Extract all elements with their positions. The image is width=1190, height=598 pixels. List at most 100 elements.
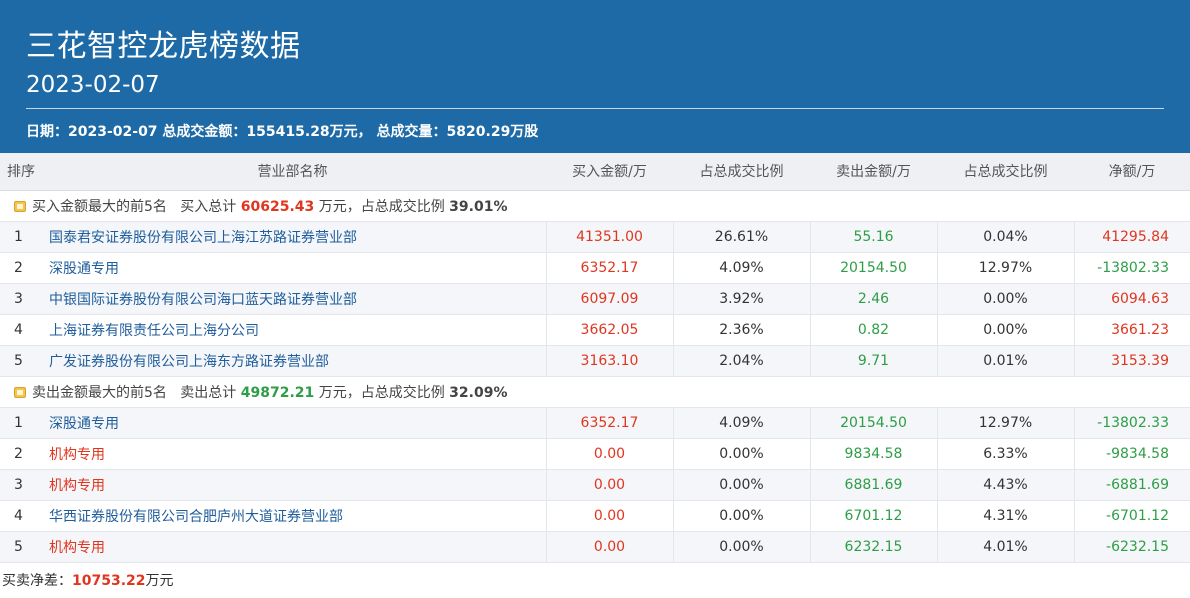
- sell-ratio-cell: 4.43%: [937, 469, 1075, 501]
- lhb-table: 排序 营业部名称 买入金额/万 占总成交比例 卖出金额/万 占总成交比例 净额/…: [0, 153, 1190, 563]
- net-difference-value: 10753.22: [72, 572, 146, 589]
- branch-link[interactable]: 广发证券股份有限公司上海东方路证券营业部: [49, 354, 329, 370]
- buy-amount-cell: 3163.10: [546, 345, 674, 377]
- buy-amount-cell: 6097.09: [546, 283, 674, 315]
- net-amount-cell: -6232.15: [1074, 531, 1190, 563]
- sell-amount-cell: 9834.58: [810, 438, 938, 470]
- buy-amount-cell: 0.00: [546, 500, 674, 532]
- net-amount-cell: -9834.58: [1074, 438, 1190, 470]
- col-header-sell: 卖出金额/万: [810, 153, 937, 191]
- group-total-label: 卖出总计: [180, 384, 237, 401]
- sell-amount-cell: 6232.15: [810, 531, 938, 563]
- group-summary: 买入金额最大的前5名 买入总计 60625.43 万元，占总成交比例 39.01…: [0, 190, 1190, 222]
- table-row: 3 中银国际证券股份有限公司海口蓝天路证券营业部 6097.09 3.92% 2.46 0…: [0, 283, 1190, 315]
- col-header-branch: 营业部名称: [39, 153, 546, 191]
- buy-ratio-cell: 0.00%: [673, 469, 811, 501]
- branch-link[interactable]: 机构专用: [49, 478, 105, 494]
- sell-amount-cell: 6701.12: [810, 500, 938, 532]
- net-amount-cell: 3153.39: [1074, 345, 1190, 377]
- net-amount-cell: -13802.33: [1074, 407, 1190, 439]
- branch-link[interactable]: 国泰君安证券股份有限公司上海江苏路证券营业部: [49, 230, 357, 246]
- sell-ratio-cell: 0.04%: [937, 221, 1075, 253]
- buy-amount-cell: 0.00: [546, 438, 674, 470]
- branch-link[interactable]: 中银国际证券股份有限公司海口蓝天路证券营业部: [49, 292, 357, 308]
- buy-amount-cell: 6352.17: [546, 252, 674, 284]
- sell-ratio-cell: 4.31%: [937, 500, 1075, 532]
- group-total-value: 60625.43: [240, 198, 315, 215]
- table-row: 5 机构专用 0.00 0.00% 6232.15 4.01% -6232.15: [0, 531, 1190, 563]
- col-header-buy-ratio: 占总成交比例: [673, 153, 810, 191]
- branch-cell: 上海证券有限责任公司上海分公司: [39, 314, 547, 346]
- buy-amount-cell: 0.00: [546, 531, 674, 563]
- col-header-rank: 排序: [0, 153, 39, 191]
- net-amount-cell: -6881.69: [1074, 469, 1190, 501]
- sell-amount-cell: 55.16: [810, 221, 938, 253]
- buy-ratio-cell: 0.00%: [673, 438, 811, 470]
- header-divider: [26, 108, 1164, 109]
- branch-link[interactable]: 机构专用: [49, 447, 105, 463]
- rank-cell: 5: [0, 345, 39, 377]
- page-date: 2023-02-07: [26, 72, 160, 98]
- sell-ratio-cell: 0.01%: [937, 345, 1075, 377]
- table-row: 2 深股通专用 6352.17 4.09% 20154.50 12.97% -13802.3…: [0, 252, 1190, 284]
- group-unit-text: 万元，占总成交比例: [318, 198, 445, 215]
- rank-cell: 1: [0, 407, 39, 439]
- sell-amount-cell: 20154.50: [810, 252, 938, 284]
- buy-amount-cell: 6352.17: [546, 407, 674, 439]
- branch-cell: 机构专用: [39, 469, 547, 501]
- sell-amount-cell: 9.71: [810, 345, 938, 377]
- rank-cell: 3: [0, 283, 39, 315]
- page-header: 三花智控龙虎榜数据 2023-02-07 日期：2023-02-07 总成交金额…: [0, 0, 1190, 153]
- sell-ratio-cell: 12.97%: [937, 252, 1075, 284]
- buy-ratio-cell: 3.92%: [673, 283, 811, 315]
- net-difference-unit: 万元: [145, 572, 174, 589]
- page-title: 三花智控龙虎榜数据: [26, 29, 301, 64]
- buy-ratio-cell: 4.09%: [673, 407, 811, 439]
- group-ratio: 32.09%: [449, 384, 508, 401]
- net-amount-cell: -6701.12: [1074, 500, 1190, 532]
- table-row: 3 机构专用 0.00 0.00% 6881.69 4.43% -6881.69: [0, 469, 1190, 501]
- group-label: 卖出金额最大的前5名: [32, 384, 167, 401]
- table-row: 5 广发证券股份有限公司上海东方路证券营业部 3163.10 2.04% 9.71 0.0…: [0, 345, 1190, 377]
- branch-cell: 深股通专用: [39, 252, 547, 284]
- net-amount-cell: 6094.63: [1074, 283, 1190, 315]
- net-amount-cell: -13802.33: [1074, 252, 1190, 284]
- buy-ratio-cell: 2.36%: [673, 314, 811, 346]
- group-total-label: 买入总计: [180, 198, 237, 215]
- group-label: 买入金额最大的前5名: [32, 198, 167, 215]
- group-ratio: 39.01%: [449, 198, 508, 215]
- rank-cell: 2: [0, 252, 39, 284]
- sell-ratio-cell: 0.00%: [937, 283, 1075, 315]
- branch-link[interactable]: 上海证券有限责任公司上海分公司: [49, 323, 259, 339]
- branch-cell: 深股通专用: [39, 407, 547, 439]
- branch-link[interactable]: 深股通专用: [49, 261, 119, 277]
- folder-icon: [14, 386, 26, 398]
- table-row: 4 上海证券有限责任公司上海分公司 3662.05 2.36% 0.82 0.00% 366…: [0, 314, 1190, 346]
- trade-summary: 日期：2023-02-07 总成交金额：155415.28万元， 总成交量：58…: [26, 124, 539, 140]
- folder-icon: [14, 200, 26, 212]
- col-header-buy: 买入金额/万: [546, 153, 673, 191]
- buy-ratio-cell: 26.61%: [673, 221, 811, 253]
- net-difference: 买卖净差：10753.22万元: [0, 563, 1190, 597]
- col-header-sell-ratio: 占总成交比例: [937, 153, 1074, 191]
- sell-ratio-cell: 12.97%: [937, 407, 1075, 439]
- rank-cell: 4: [0, 314, 39, 346]
- buy-amount-cell: 3662.05: [546, 314, 674, 346]
- rank-cell: 5: [0, 531, 39, 563]
- branch-cell: 机构专用: [39, 438, 547, 470]
- rank-cell: 4: [0, 500, 39, 532]
- rank-cell: 1: [0, 221, 39, 253]
- table-row: 1 国泰君安证券股份有限公司上海江苏路证券营业部 41351.00 26.61% 55.…: [0, 221, 1190, 253]
- branch-cell: 华西证券股份有限公司合肥庐州大道证券营业部: [39, 500, 547, 532]
- buy-ratio-cell: 2.04%: [673, 345, 811, 377]
- buy-group-header: 买入金额最大的前5名 买入总计 60625.43 万元，占总成交比例 39.01…: [0, 190, 1190, 222]
- branch-link[interactable]: 华西证券股份有限公司合肥庐州大道证券营业部: [49, 509, 343, 525]
- branch-link[interactable]: 机构专用: [49, 540, 105, 556]
- group-total-value: 49872.21: [240, 384, 315, 401]
- buy-ratio-cell: 4.09%: [673, 252, 811, 284]
- sell-amount-cell: 0.82: [810, 314, 938, 346]
- sell-ratio-cell: 4.01%: [937, 531, 1075, 563]
- buy-amount-cell: 41351.00: [546, 221, 674, 253]
- branch-link[interactable]: 深股通专用: [49, 416, 119, 432]
- sell-ratio-cell: 6.33%: [937, 438, 1075, 470]
